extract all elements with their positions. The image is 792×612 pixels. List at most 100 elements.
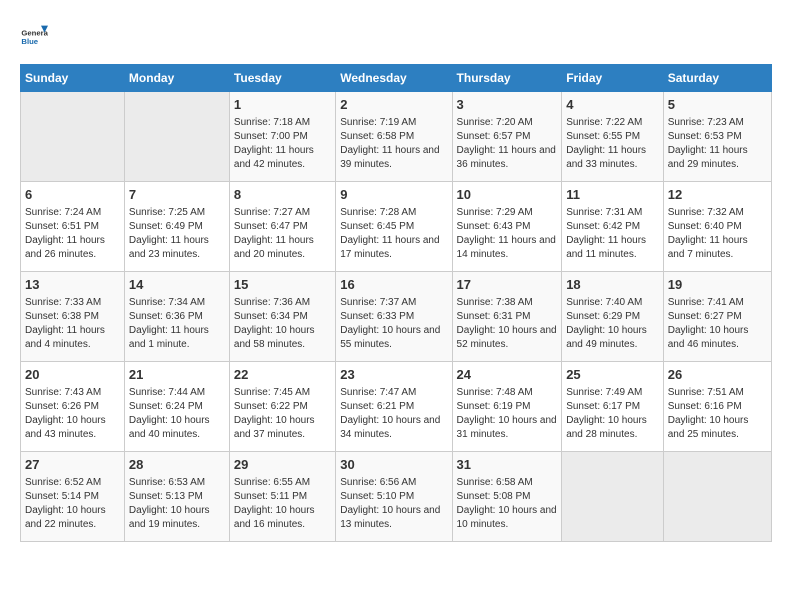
calendar-header-friday: Friday <box>562 65 664 92</box>
calendar-cell: 21 Sunrise: 7:44 AMSunset: 6:24 PMDayligh… <box>124 362 229 452</box>
day-number: 11 <box>566 186 659 204</box>
day-detail: Sunrise: 6:55 AMSunset: 5:11 PMDaylight:… <box>234 476 331 532</box>
day-number: 12 <box>668 186 767 204</box>
day-number: 15 <box>234 276 331 294</box>
day-number: 6 <box>25 186 120 204</box>
day-number: 28 <box>129 456 225 474</box>
calendar-header-monday: Monday <box>124 65 229 92</box>
day-number: 17 <box>457 276 558 294</box>
calendar-cell: 16 Sunrise: 7:37 AMSunset: 6:33 PMDayligh… <box>336 272 452 362</box>
calendar-cell <box>663 452 771 542</box>
day-detail: Sunrise: 7:37 AMSunset: 6:33 PMDaylight:… <box>340 296 447 352</box>
day-detail: Sunrise: 7:33 AMSunset: 6:38 PMDaylight:… <box>25 296 120 352</box>
day-number: 16 <box>340 276 447 294</box>
day-detail: Sunrise: 7:36 AMSunset: 6:34 PMDaylight:… <box>234 296 331 352</box>
calendar-week-row: 6 Sunrise: 7:24 AMSunset: 6:51 PMDaylight… <box>21 182 772 272</box>
calendar-cell: 15 Sunrise: 7:36 AMSunset: 6:34 PMDayligh… <box>229 272 335 362</box>
calendar-cell: 20Sunrise: 7:43 AMSunset: 6:26 PMDayligh… <box>21 362 125 452</box>
day-detail: Sunrise: 7:40 AMSunset: 6:29 PMDaylight:… <box>566 296 659 352</box>
day-detail: Sunrise: 7:45 AMSunset: 6:22 PMDaylight:… <box>234 386 331 442</box>
day-detail: Sunrise: 7:24 AMSunset: 6:51 PMDaylight:… <box>25 206 120 262</box>
calendar-header-thursday: Thursday <box>452 65 562 92</box>
day-detail: Sunrise: 7:28 AMSunset: 6:45 PMDaylight:… <box>340 206 447 262</box>
day-number: 9 <box>340 186 447 204</box>
calendar-cell: 30 Sunrise: 6:56 AMSunset: 5:10 PMDayligh… <box>336 452 452 542</box>
calendar-cell: 17Sunrise: 7:38 AMSunset: 6:31 PMDayligh… <box>452 272 562 362</box>
logo: General Blue <box>20 20 48 48</box>
calendar-cell <box>562 452 664 542</box>
page-header: General Blue <box>20 20 772 48</box>
calendar-week-row: 20Sunrise: 7:43 AMSunset: 6:26 PMDayligh… <box>21 362 772 452</box>
day-number: 23 <box>340 366 447 384</box>
day-number: 5 <box>668 96 767 114</box>
calendar-cell: 18 Sunrise: 7:40 AMSunset: 6:29 PMDayligh… <box>562 272 664 362</box>
calendar-cell: 7Sunrise: 7:25 AMSunset: 6:49 PMDaylight… <box>124 182 229 272</box>
calendar-cell: 13 Sunrise: 7:33 AMSunset: 6:38 PMDayligh… <box>21 272 125 362</box>
calendar-cell <box>124 92 229 182</box>
calendar-cell: 10 Sunrise: 7:29 AMSunset: 6:43 PMDayligh… <box>452 182 562 272</box>
day-number: 31 <box>457 456 558 474</box>
calendar-cell: 5 Sunrise: 7:23 AMSunset: 6:53 PMDaylight… <box>663 92 771 182</box>
day-number: 3 <box>457 96 558 114</box>
calendar-cell: 27 Sunrise: 6:52 AMSunset: 5:14 PMDayligh… <box>21 452 125 542</box>
day-number: 18 <box>566 276 659 294</box>
calendar-cell: 26Sunrise: 7:51 AMSunset: 6:16 PMDayligh… <box>663 362 771 452</box>
day-detail: Sunrise: 6:52 AMSunset: 5:14 PMDaylight:… <box>25 476 120 532</box>
day-number: 24 <box>457 366 558 384</box>
day-number: 29 <box>234 456 331 474</box>
day-detail: Sunrise: 7:20 AMSunset: 6:57 PMDaylight:… <box>457 116 558 172</box>
calendar-week-row: 13 Sunrise: 7:33 AMSunset: 6:38 PMDayligh… <box>21 272 772 362</box>
calendar-header-tuesday: Tuesday <box>229 65 335 92</box>
day-detail: Sunrise: 7:29 AMSunset: 6:43 PMDaylight:… <box>457 206 558 262</box>
calendar-header-row: SundayMondayTuesdayWednesdayThursdayFrid… <box>21 65 772 92</box>
day-number: 13 <box>25 276 120 294</box>
calendar-header-wednesday: Wednesday <box>336 65 452 92</box>
calendar-week-row: 1 Sunrise: 7:18 AMSunset: 7:00 PMDaylight… <box>21 92 772 182</box>
calendar-cell: 6 Sunrise: 7:24 AMSunset: 6:51 PMDaylight… <box>21 182 125 272</box>
calendar-cell: 8 Sunrise: 7:27 AMSunset: 6:47 PMDaylight… <box>229 182 335 272</box>
day-detail: Sunrise: 7:18 AMSunset: 7:00 PMDaylight:… <box>234 116 331 172</box>
day-detail: Sunrise: 7:23 AMSunset: 6:53 PMDaylight:… <box>668 116 767 172</box>
calendar-cell: 9 Sunrise: 7:28 AMSunset: 6:45 PMDaylight… <box>336 182 452 272</box>
day-number: 1 <box>234 96 331 114</box>
day-detail: Sunrise: 7:41 AMSunset: 6:27 PMDaylight:… <box>668 296 767 352</box>
day-detail: Sunrise: 7:27 AMSunset: 6:47 PMDaylight:… <box>234 206 331 262</box>
day-detail: Sunrise: 7:44 AMSunset: 6:24 PMDaylight:… <box>129 386 225 442</box>
day-detail: Sunrise: 7:51 AMSunset: 6:16 PMDaylight:… <box>668 386 767 442</box>
day-number: 25 <box>566 366 659 384</box>
day-detail: Sunrise: 7:22 AMSunset: 6:55 PMDaylight:… <box>566 116 659 172</box>
svg-text:Blue: Blue <box>21 37 38 46</box>
calendar-cell: 19 Sunrise: 7:41 AMSunset: 6:27 PMDayligh… <box>663 272 771 362</box>
day-number: 4 <box>566 96 659 114</box>
calendar-week-row: 27 Sunrise: 6:52 AMSunset: 5:14 PMDayligh… <box>21 452 772 542</box>
calendar-cell: 31Sunrise: 6:58 AMSunset: 5:08 PMDayligh… <box>452 452 562 542</box>
calendar-cell: 4 Sunrise: 7:22 AMSunset: 6:55 PMDaylight… <box>562 92 664 182</box>
calendar-cell: 12Sunrise: 7:32 AMSunset: 6:40 PMDayligh… <box>663 182 771 272</box>
calendar-cell: 23 Sunrise: 7:47 AMSunset: 6:21 PMDayligh… <box>336 362 452 452</box>
day-number: 19 <box>668 276 767 294</box>
calendar-cell: 1 Sunrise: 7:18 AMSunset: 7:00 PMDaylight… <box>229 92 335 182</box>
calendar-header-saturday: Saturday <box>663 65 771 92</box>
day-detail: Sunrise: 7:34 AMSunset: 6:36 PMDaylight:… <box>129 296 225 352</box>
calendar-cell: 2 Sunrise: 7:19 AMSunset: 6:58 PMDaylight… <box>336 92 452 182</box>
day-detail: Sunrise: 7:47 AMSunset: 6:21 PMDaylight:… <box>340 386 447 442</box>
calendar-cell: 3 Sunrise: 7:20 AMSunset: 6:57 PMDaylight… <box>452 92 562 182</box>
day-detail: Sunrise: 6:53 AMSunset: 5:13 PMDaylight:… <box>129 476 225 532</box>
day-number: 2 <box>340 96 447 114</box>
calendar-cell: 25 Sunrise: 7:49 AMSunset: 6:17 PMDayligh… <box>562 362 664 452</box>
day-number: 30 <box>340 456 447 474</box>
day-detail: Sunrise: 7:48 AMSunset: 6:19 PMDaylight:… <box>457 386 558 442</box>
day-number: 27 <box>25 456 120 474</box>
day-number: 14 <box>129 276 225 294</box>
calendar-cell <box>21 92 125 182</box>
calendar-cell: 22 Sunrise: 7:45 AMSunset: 6:22 PMDayligh… <box>229 362 335 452</box>
day-number: 8 <box>234 186 331 204</box>
day-detail: Sunrise: 6:56 AMSunset: 5:10 PMDaylight:… <box>340 476 447 532</box>
day-detail: Sunrise: 7:19 AMSunset: 6:58 PMDaylight:… <box>340 116 447 172</box>
calendar-cell: 11Sunrise: 7:31 AMSunset: 6:42 PMDayligh… <box>562 182 664 272</box>
calendar-cell: 24 Sunrise: 7:48 AMSunset: 6:19 PMDayligh… <box>452 362 562 452</box>
day-detail: Sunrise: 7:49 AMSunset: 6:17 PMDaylight:… <box>566 386 659 442</box>
day-number: 21 <box>129 366 225 384</box>
day-number: 22 <box>234 366 331 384</box>
day-number: 10 <box>457 186 558 204</box>
